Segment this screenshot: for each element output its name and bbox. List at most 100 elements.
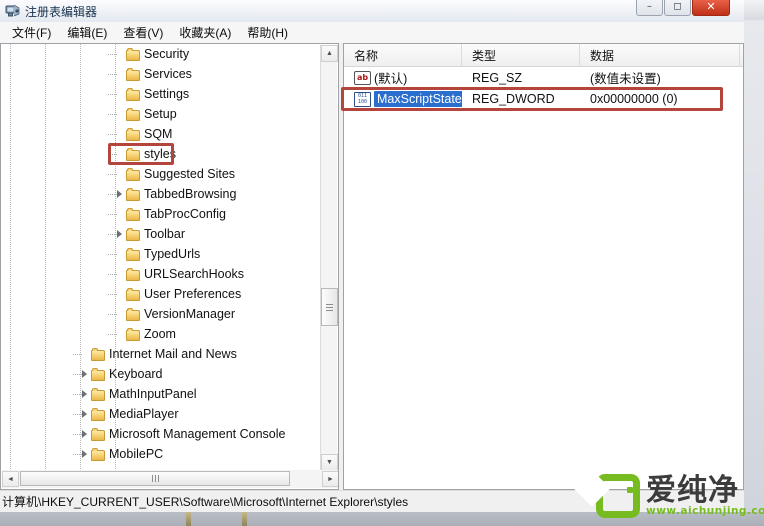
tree-connector-line [108, 94, 118, 95]
folder-icon [91, 447, 106, 461]
tree-node-internet-mail-and-news[interactable]: Internet Mail and News [1, 344, 321, 364]
current-registry-path: 计算机\HKEY_CURRENT_USER\Software\Microsoft… [2, 495, 409, 509]
value-name-cell[interactable]: ab (默认) [344, 68, 462, 87]
tree-node-toolbar[interactable]: Toolbar [1, 224, 321, 244]
tree-node-label: Setup [144, 107, 177, 121]
listview-header[interactable]: 名称 类型 数据 [344, 44, 743, 67]
tree-node-label: Internet Mail and News [109, 347, 237, 361]
tree-node-label: Toolbar [144, 227, 185, 241]
folder-icon [126, 87, 141, 101]
tree-hscroll-thumb[interactable] [20, 471, 290, 486]
value-row[interactable]: 011100MaxScriptState... REG_DWORD 0x000000… [344, 88, 743, 109]
chevron-right-icon: ► [327, 475, 334, 483]
tree-node-settings[interactable]: Settings [1, 84, 321, 104]
watermark-brand: 爱纯净 [646, 473, 739, 508]
menu-favorites[interactable]: 收藏夹(A) [171, 22, 239, 43]
tree-horizontal-scrollbar[interactable]: ◄ ► [2, 470, 338, 488]
tree-node-typedurls[interactable]: TypedUrls [1, 244, 321, 264]
tree-connector-line [108, 154, 118, 155]
scroll-up-button[interactable]: ▲ [321, 45, 338, 62]
tree-node-services[interactable]: Services [1, 64, 321, 84]
tree-vscroll-thumb[interactable] [321, 288, 338, 326]
chevron-down-icon: ▼ [326, 459, 333, 466]
column-header-type[interactable]: 类型 [462, 44, 580, 66]
tree-node-user-preferences[interactable]: User Preferences [1, 284, 321, 304]
menu-help[interactable]: 帮助(H) [239, 22, 296, 43]
tree-connector-line [73, 434, 83, 435]
tree-node-urlsearchhooks[interactable]: URLSearchHooks [1, 264, 321, 284]
registry-editor-icon [5, 4, 20, 17]
tree-connector-line [73, 414, 83, 415]
chevron-up-icon: ▲ [326, 50, 333, 57]
menu-view[interactable]: 查看(V) [115, 22, 171, 43]
tree-node-label: Suggested Sites [144, 167, 236, 181]
column-header-data[interactable]: 数据 [580, 44, 740, 66]
scroll-left-button[interactable]: ◄ [2, 471, 19, 487]
folder-icon [126, 107, 141, 121]
tree-node-keyboard[interactable]: Keyboard [1, 364, 321, 384]
tree-connector-line [108, 194, 118, 195]
menu-file[interactable]: 文件(F) [4, 22, 59, 43]
folder-icon [91, 347, 106, 361]
scroll-down-button[interactable]: ▼ [321, 454, 338, 471]
tree-node-label: MathInputPanel [109, 387, 197, 401]
menu-edit[interactable]: 编辑(E) [59, 22, 115, 43]
string-value-icon: ab [354, 70, 371, 85]
chevron-left-icon: ◄ [7, 475, 14, 483]
scroll-right-button[interactable]: ► [322, 471, 338, 487]
value-name-cell[interactable]: 011100MaxScriptState... [344, 90, 462, 107]
value-type: REG_DWORD [472, 91, 555, 106]
tree-node-setup[interactable]: Setup [1, 104, 321, 124]
tree-node-tabprocconfig[interactable]: TabProcConfig [1, 204, 321, 224]
tree-node-mathinputpanel[interactable]: MathInputPanel [1, 384, 321, 404]
tree-connector-line [108, 294, 118, 295]
tree-node-label: TypedUrls [144, 247, 201, 261]
close-button[interactable]: ✕ [692, 0, 730, 16]
aichunjing-logo-icon [573, 470, 640, 518]
window-title: 注册表编辑器 [25, 5, 98, 19]
folder-icon [91, 407, 106, 421]
folder-icon [91, 427, 106, 441]
folder-icon [126, 287, 141, 301]
value-row[interactable]: ab (默认) REG_SZ (数值未设置) [344, 67, 743, 88]
tree-connector-line [73, 394, 83, 395]
registry-tree-pane[interactable]: Security Services Settings Setup SQM styles Su… [0, 43, 339, 490]
grip-icon [151, 475, 159, 482]
tree-node-security[interactable]: Security [1, 44, 321, 64]
tree-node-microsoft-management-console[interactable]: Microsoft Management Console [1, 424, 321, 444]
tree-connector-line [108, 134, 118, 135]
window-controls: – ◻ ✕ [636, 0, 730, 16]
value-data-cell: 0x00000000 (0) [580, 92, 740, 106]
tree-connector-line [108, 214, 118, 215]
tree-node-mobilepc[interactable]: MobilePC [1, 444, 321, 464]
tree-vertical-scrollbar[interactable]: ▲ ▼ [320, 45, 338, 471]
tree-node-list[interactable]: Security Services Settings Setup SQM styles Su… [1, 44, 321, 464]
registry-values-pane[interactable]: 名称 类型 数据 ab (默认) REG_SZ (数值未设置) 011 100 MaxScrip… [343, 43, 744, 490]
title-bar[interactable]: 注册表编辑器 – ◻ ✕ [0, 0, 744, 22]
tree-connector-line [73, 354, 83, 355]
dword-value-icon: 011 100 [354, 91, 371, 107]
tree-node-versionmanager[interactable]: VersionManager [1, 304, 321, 324]
minimize-button[interactable]: – [636, 0, 663, 16]
close-icon: ✕ [706, 0, 716, 13]
tree-scroll-viewport[interactable]: Security Services Settings Setup SQM styles Su… [1, 44, 321, 471]
column-header-name[interactable]: 名称 [344, 44, 462, 66]
tree-node-zoom[interactable]: Zoom [1, 324, 321, 344]
listview-body[interactable]: ab(默认) REG_SZ (数值未设置) 011100MaxScriptState.… [344, 67, 743, 109]
folder-icon [126, 267, 141, 281]
tree-node-suggested-sites[interactable]: Suggested Sites [1, 164, 321, 184]
tree-node-styles[interactable]: styles [1, 144, 321, 164]
tree-node-tabbedbrowsing[interactable]: TabbedBrowsing [1, 184, 321, 204]
folder-icon [91, 367, 106, 381]
tree-connector-line [108, 54, 118, 55]
value-data: 0x00000000 (0) [590, 91, 678, 106]
maximize-button[interactable]: ◻ [664, 0, 691, 16]
tree-connector-line [73, 374, 83, 375]
folder-icon [91, 387, 106, 401]
tree-node-label: Security [144, 47, 190, 61]
tree-node-mediaplayer[interactable]: MediaPlayer [1, 404, 321, 424]
tree-node-sqm[interactable]: SQM [1, 124, 321, 144]
value-type-cell: REG_SZ [462, 71, 580, 85]
tree-node-label: Microsoft Management Console [109, 427, 286, 441]
value-name: MaxScriptState... [374, 90, 462, 107]
